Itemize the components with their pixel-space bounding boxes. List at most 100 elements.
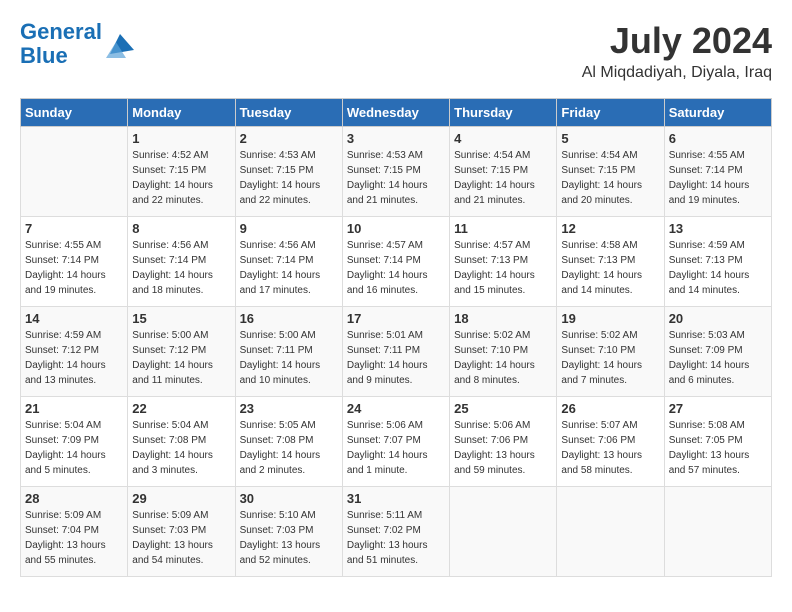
day-number: 9 <box>240 221 338 236</box>
day-number: 4 <box>454 131 552 146</box>
day-info: Sunrise: 5:00 AM Sunset: 7:12 PM Dayligh… <box>132 328 230 388</box>
day-number: 31 <box>347 491 445 506</box>
day-header-saturday: Saturday <box>664 99 771 127</box>
day-info: Sunrise: 4:54 AM Sunset: 7:15 PM Dayligh… <box>454 148 552 208</box>
day-number: 25 <box>454 401 552 416</box>
day-info: Sunrise: 4:57 AM Sunset: 7:14 PM Dayligh… <box>347 238 445 298</box>
day-info: Sunrise: 4:59 AM Sunset: 7:12 PM Dayligh… <box>25 328 123 388</box>
day-number: 5 <box>561 131 659 146</box>
day-cell: 1 Sunrise: 4:52 AM Sunset: 7:15 PM Daylig… <box>128 127 235 217</box>
day-info: Sunrise: 4:53 AM Sunset: 7:15 PM Dayligh… <box>347 148 445 208</box>
day-info: Sunrise: 5:02 AM Sunset: 7:10 PM Dayligh… <box>561 328 659 388</box>
day-info: Sunrise: 5:08 AM Sunset: 7:05 PM Dayligh… <box>669 418 767 478</box>
day-info: Sunrise: 4:55 AM Sunset: 7:14 PM Dayligh… <box>669 148 767 208</box>
day-cell: 29Sunrise: 5:09 AM Sunset: 7:03 PM Dayli… <box>128 487 235 577</box>
month-title: July 2024 <box>582 20 772 62</box>
day-number: 21 <box>25 401 123 416</box>
day-info: Sunrise: 4:57 AM Sunset: 7:13 PM Dayligh… <box>454 238 552 298</box>
day-info: Sunrise: 5:06 AM Sunset: 7:06 PM Dayligh… <box>454 418 552 478</box>
day-cell: 8Sunrise: 4:56 AM Sunset: 7:14 PM Daylig… <box>128 217 235 307</box>
day-cell: 19 Sunrise: 5:02 AM Sunset: 7:10 PM Dayli… <box>557 307 664 397</box>
day-info: Sunrise: 4:59 AM Sunset: 7:13 PM Dayligh… <box>669 238 767 298</box>
day-info: Sunrise: 5:07 AM Sunset: 7:06 PM Dayligh… <box>561 418 659 478</box>
day-cell: 12 Sunrise: 4:58 AM Sunset: 7:13 PM Dayli… <box>557 217 664 307</box>
week-row-1: 1 Sunrise: 4:52 AM Sunset: 7:15 PM Daylig… <box>21 127 772 217</box>
week-row-2: 7 Sunrise: 4:55 AM Sunset: 7:14 PM Daylig… <box>21 217 772 307</box>
day-cell: 6 Sunrise: 4:55 AM Sunset: 7:14 PM Daylig… <box>664 127 771 217</box>
day-info: Sunrise: 5:04 AM Sunset: 7:09 PM Dayligh… <box>25 418 123 478</box>
day-number: 28 <box>25 491 123 506</box>
day-info: Sunrise: 5:01 AM Sunset: 7:11 PM Dayligh… <box>347 328 445 388</box>
day-cell: 5 Sunrise: 4:54 AM Sunset: 7:15 PM Daylig… <box>557 127 664 217</box>
day-info: Sunrise: 4:55 AM Sunset: 7:14 PM Dayligh… <box>25 238 123 298</box>
logo-icon <box>106 30 134 58</box>
day-info: Sunrise: 5:06 AM Sunset: 7:07 PM Dayligh… <box>347 418 445 478</box>
day-info: Sunrise: 5:04 AM Sunset: 7:08 PM Dayligh… <box>132 418 230 478</box>
day-cell: 24 Sunrise: 5:06 AM Sunset: 7:07 PM Dayli… <box>342 397 449 487</box>
day-cell: 17 Sunrise: 5:01 AM Sunset: 7:11 PM Dayli… <box>342 307 449 397</box>
calendar-header-row: SundayMondayTuesdayWednesdayThursdayFrid… <box>21 99 772 127</box>
day-number: 19 <box>561 311 659 326</box>
day-header-sunday: Sunday <box>21 99 128 127</box>
day-number: 27 <box>669 401 767 416</box>
logo: General Blue <box>20 20 134 68</box>
day-number: 24 <box>347 401 445 416</box>
day-number: 7 <box>25 221 123 236</box>
day-number: 3 <box>347 131 445 146</box>
day-number: 23 <box>240 401 338 416</box>
logo-general: General <box>20 19 102 44</box>
day-number: 8 <box>132 221 230 236</box>
day-number: 15 <box>132 311 230 326</box>
day-cell: 16Sunrise: 5:00 AM Sunset: 7:11 PM Dayli… <box>235 307 342 397</box>
day-cell: 3 Sunrise: 4:53 AM Sunset: 7:15 PM Daylig… <box>342 127 449 217</box>
day-number: 16 <box>240 311 338 326</box>
day-info: Sunrise: 5:10 AM Sunset: 7:03 PM Dayligh… <box>240 508 338 568</box>
day-cell: 4 Sunrise: 4:54 AM Sunset: 7:15 PM Daylig… <box>450 127 557 217</box>
day-cell: 25 Sunrise: 5:06 AM Sunset: 7:06 PM Dayli… <box>450 397 557 487</box>
day-cell: 9 Sunrise: 4:56 AM Sunset: 7:14 PM Daylig… <box>235 217 342 307</box>
day-cell: 26 Sunrise: 5:07 AM Sunset: 7:06 PM Dayli… <box>557 397 664 487</box>
day-info: Sunrise: 5:11 AM Sunset: 7:02 PM Dayligh… <box>347 508 445 568</box>
day-cell: 14Sunrise: 4:59 AM Sunset: 7:12 PM Dayli… <box>21 307 128 397</box>
day-cell <box>664 487 771 577</box>
day-number: 26 <box>561 401 659 416</box>
page-header: General Blue July 2024 Al Miqdadiyah, Di… <box>20 20 772 82</box>
day-info: Sunrise: 4:52 AM Sunset: 7:15 PM Dayligh… <box>132 148 230 208</box>
day-number: 17 <box>347 311 445 326</box>
day-header-monday: Monday <box>128 99 235 127</box>
day-number: 18 <box>454 311 552 326</box>
day-cell <box>21 127 128 217</box>
day-cell: 2Sunrise: 4:53 AM Sunset: 7:15 PM Daylig… <box>235 127 342 217</box>
day-cell <box>557 487 664 577</box>
day-info: Sunrise: 4:54 AM Sunset: 7:15 PM Dayligh… <box>561 148 659 208</box>
day-cell: 27 Sunrise: 5:08 AM Sunset: 7:05 PM Dayli… <box>664 397 771 487</box>
calendar-table: SundayMondayTuesdayWednesdayThursdayFrid… <box>20 98 772 577</box>
title-block: July 2024 Al Miqdadiyah, Diyala, Iraq <box>582 20 772 82</box>
day-number: 30 <box>240 491 338 506</box>
day-number: 1 <box>132 131 230 146</box>
week-row-4: 21 Sunrise: 5:04 AM Sunset: 7:09 PM Dayli… <box>21 397 772 487</box>
day-number: 10 <box>347 221 445 236</box>
day-info: Sunrise: 4:56 AM Sunset: 7:14 PM Dayligh… <box>240 238 338 298</box>
day-number: 29 <box>132 491 230 506</box>
day-header-wednesday: Wednesday <box>342 99 449 127</box>
day-number: 6 <box>669 131 767 146</box>
day-cell: 31 Sunrise: 5:11 AM Sunset: 7:02 PM Dayli… <box>342 487 449 577</box>
day-header-thursday: Thursday <box>450 99 557 127</box>
day-number: 11 <box>454 221 552 236</box>
day-cell: 18 Sunrise: 5:02 AM Sunset: 7:10 PM Dayli… <box>450 307 557 397</box>
day-number: 12 <box>561 221 659 236</box>
day-info: Sunrise: 5:09 AM Sunset: 7:04 PM Dayligh… <box>25 508 123 568</box>
day-info: Sunrise: 4:53 AM Sunset: 7:15 PM Dayligh… <box>240 148 338 208</box>
day-info: Sunrise: 5:03 AM Sunset: 7:09 PM Dayligh… <box>669 328 767 388</box>
logo-blue: Blue <box>20 43 68 68</box>
day-cell <box>450 487 557 577</box>
day-number: 20 <box>669 311 767 326</box>
day-info: Sunrise: 4:58 AM Sunset: 7:13 PM Dayligh… <box>561 238 659 298</box>
location-title: Al Miqdadiyah, Diyala, Iraq <box>582 64 772 82</box>
day-cell: 22Sunrise: 5:04 AM Sunset: 7:08 PM Dayli… <box>128 397 235 487</box>
day-header-tuesday: Tuesday <box>235 99 342 127</box>
day-info: Sunrise: 5:02 AM Sunset: 7:10 PM Dayligh… <box>454 328 552 388</box>
day-cell: 15 Sunrise: 5:00 AM Sunset: 7:12 PM Dayli… <box>128 307 235 397</box>
day-cell: 13Sunrise: 4:59 AM Sunset: 7:13 PM Dayli… <box>664 217 771 307</box>
